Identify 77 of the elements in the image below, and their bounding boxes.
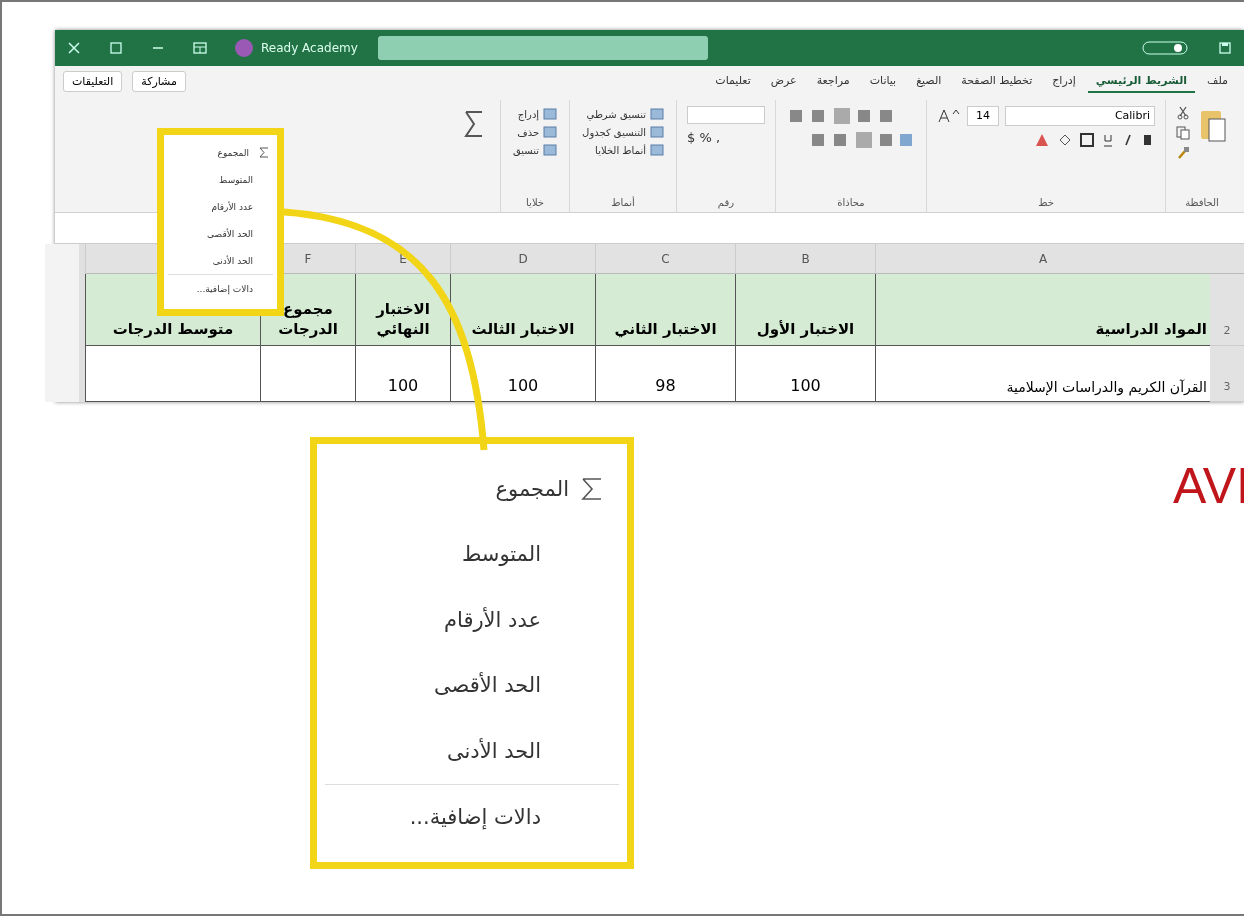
group-label: الحافظة xyxy=(1184,197,1220,210)
cut-icon[interactable] xyxy=(1176,106,1190,120)
menu-item[interactable]: عدد الأرقام xyxy=(317,587,627,653)
menu-item[interactable]: المتوسط xyxy=(317,521,627,587)
search-field[interactable] xyxy=(377,36,708,60)
column-header[interactable]: B xyxy=(735,244,875,274)
ribbon-command[interactable]: حذف xyxy=(511,124,560,140)
table-icon xyxy=(650,126,664,138)
font-size-field[interactable]: 14 xyxy=(967,106,999,126)
column-header[interactable]: A xyxy=(875,244,1210,274)
number-format-symbols[interactable]: $ % , xyxy=(687,130,765,145)
ribbon-tab[interactable]: مراجعة xyxy=(808,69,858,93)
avatar xyxy=(235,39,253,57)
table-cell: 98 xyxy=(595,346,735,402)
ribbon-command[interactable]: تنسيق xyxy=(511,142,560,158)
table-cell: 100 xyxy=(355,346,450,402)
ribbon-tab[interactable]: ملف xyxy=(1199,69,1236,93)
table-cell: الاختبار الثالث xyxy=(450,274,595,346)
table-cell: 100 xyxy=(735,346,875,402)
menu-item[interactable]: المجموع xyxy=(317,456,627,522)
table-icon xyxy=(543,108,558,120)
ribbon-tab[interactable]: الصيغ xyxy=(908,69,950,93)
copy-icon[interactable] xyxy=(1176,126,1190,140)
grow-font-icon[interactable] xyxy=(937,108,961,124)
ribbon-tab[interactable]: عرض xyxy=(762,69,805,93)
brush-icon[interactable] xyxy=(1176,146,1190,160)
table-icon xyxy=(650,108,664,120)
table-cell: 100 xyxy=(450,346,595,402)
ribbon-tab[interactable]: تخطيط الصفحة xyxy=(953,69,1041,93)
table-icon xyxy=(543,126,558,138)
table-cell: الاختبار الثاني xyxy=(595,274,735,346)
sigma-icon xyxy=(259,147,269,158)
comments-button[interactable]: التعليقات xyxy=(63,70,123,92)
ribbon-tab[interactable]: الشريط الرئيسي xyxy=(1087,69,1196,93)
ribbon-command[interactable]: إدراج xyxy=(511,106,560,122)
font-name-field[interactable]: Calibri xyxy=(1005,106,1155,126)
borders-icon[interactable] xyxy=(1079,132,1095,148)
group-label: محاذاة xyxy=(836,197,866,210)
restore-icon[interactable] xyxy=(109,41,123,55)
group-label: أنماط xyxy=(610,197,636,210)
vertical-scrollbar[interactable] xyxy=(45,244,85,402)
ribbon-tab[interactable]: بيانات xyxy=(861,69,905,93)
toggle-switch-icon[interactable] xyxy=(1142,40,1188,56)
ribbon-tab[interactable]: إدراج xyxy=(1044,69,1084,93)
group-label: خلايا xyxy=(525,197,546,210)
account-name: Ready Academy xyxy=(261,41,358,55)
menu-item[interactable]: عدد الأرقام xyxy=(164,193,277,220)
ribbon-command[interactable]: تنسيق شرطي xyxy=(580,106,666,122)
column-header[interactable]: C xyxy=(595,244,735,274)
row-number: 2 xyxy=(1210,274,1244,346)
table-cell: المواد الدراسية xyxy=(875,274,1210,346)
row-number: 3 xyxy=(1210,346,1244,402)
menu-item[interactable]: المتوسط xyxy=(164,166,277,193)
ribbon-command[interactable]: التنسيق كجدول xyxy=(580,124,666,140)
table-icon xyxy=(543,144,558,156)
underline-icon[interactable] xyxy=(1101,132,1115,148)
ribbon-tab[interactable]: تعليمات xyxy=(707,69,759,93)
table-icon xyxy=(650,144,664,156)
share-button[interactable]: مشاركة xyxy=(132,70,186,92)
table-cell: الاختبار الأول xyxy=(735,274,875,346)
ribbon-display-icon[interactable] xyxy=(193,41,207,55)
group-label: خط xyxy=(1037,197,1055,210)
menu-item[interactable]: الحد الأدنى xyxy=(317,718,627,784)
menu-item[interactable]: الحد الأقصى xyxy=(317,652,627,718)
menu-item[interactable]: الحد الأقصى xyxy=(164,220,277,247)
ribbon-command[interactable]: أنماط الخلايا xyxy=(580,142,666,158)
group-label: رقم xyxy=(716,197,736,211)
font-color-icon[interactable] xyxy=(1033,132,1051,148)
table-cell: القرآن الكريم والدراسات الإسلامية xyxy=(875,346,1210,402)
column-header[interactable]: D xyxy=(450,244,595,274)
menu-item[interactable]: المجموع xyxy=(164,139,277,166)
table-cell: الاختبار النهائي xyxy=(355,274,450,346)
save-icon[interactable] xyxy=(1218,41,1232,55)
sigma-icon xyxy=(581,476,603,501)
close-icon[interactable] xyxy=(67,41,81,55)
number-format-field[interactable] xyxy=(687,106,765,124)
menu-item[interactable]: دالات إضافية... xyxy=(317,784,627,850)
